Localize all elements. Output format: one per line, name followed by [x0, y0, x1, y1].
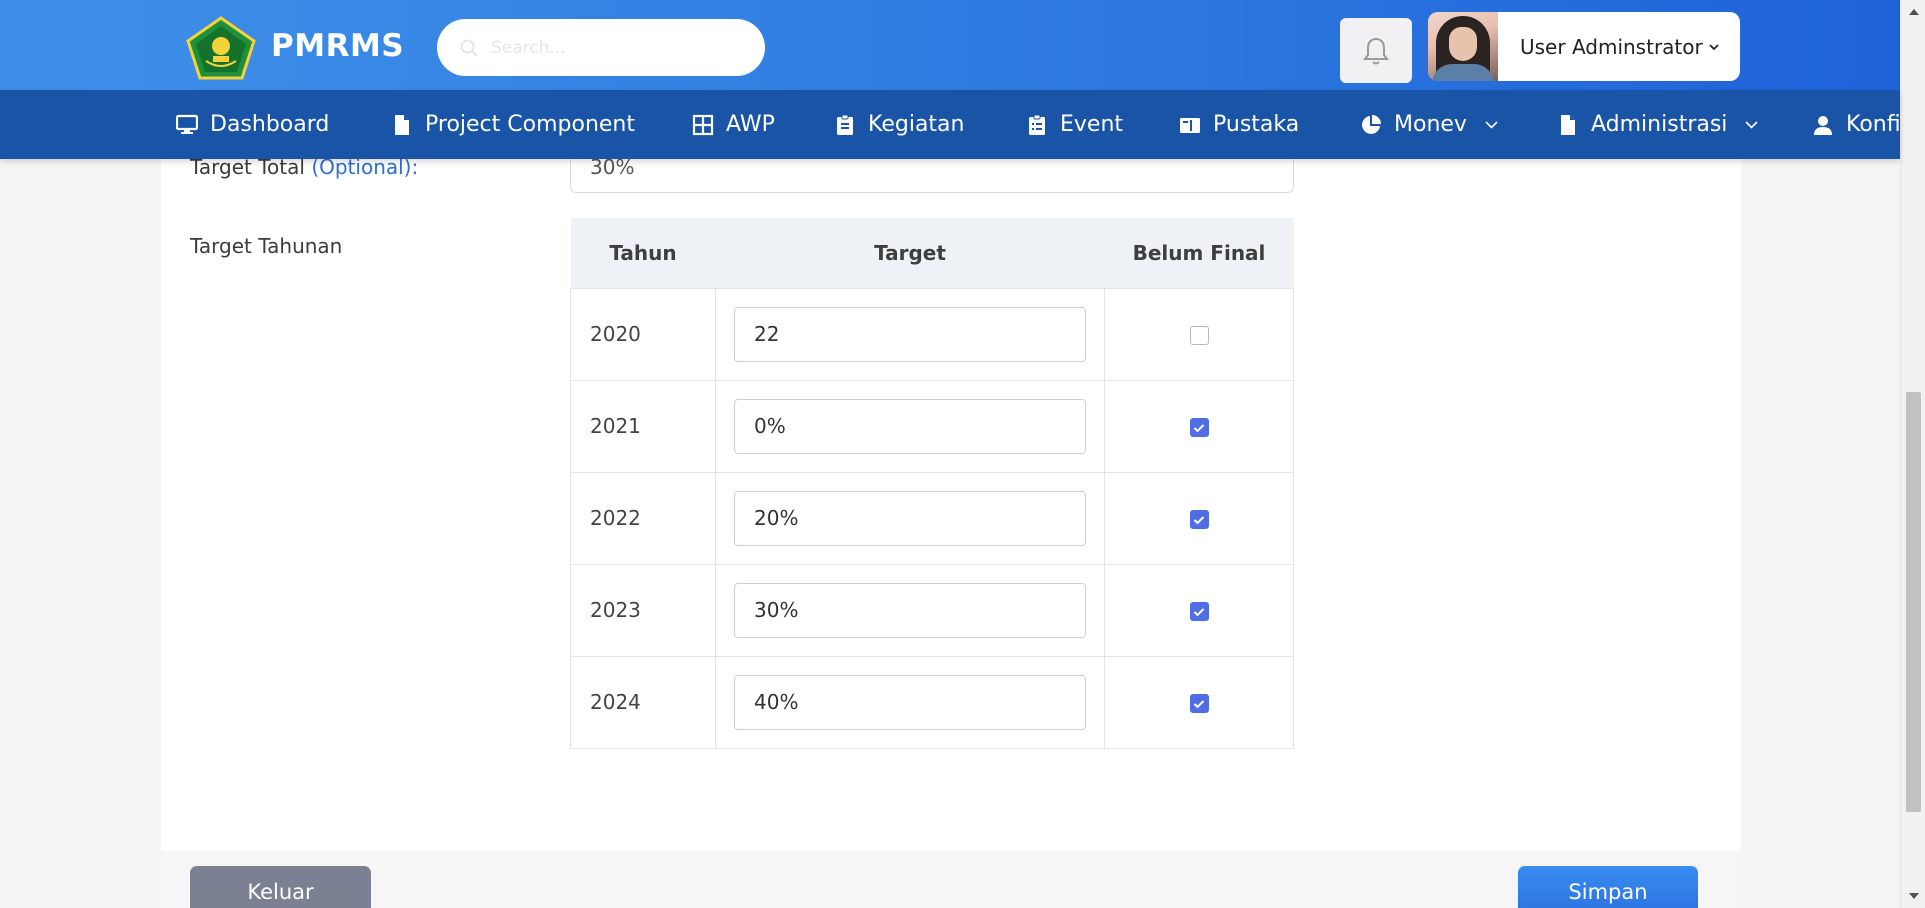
user-menu[interactable]: User Adminstrator: [1428, 12, 1740, 81]
nav-item-monev[interactable]: Monev: [1360, 90, 1498, 159]
target-tahunan-label: Target Tahunan: [190, 234, 343, 258]
table-row: 2021: [570, 379, 1294, 473]
chevron-down-icon: [1485, 120, 1498, 129]
belum-final-cell: [1104, 655, 1294, 749]
belum-final-checkbox[interactable]: [1189, 694, 1209, 713]
check-icon: [1193, 423, 1205, 432]
clipboard-list-icon: [1029, 114, 1045, 135]
nav-item-awp[interactable]: AWP: [692, 90, 775, 159]
belum-final-cell: [1104, 471, 1294, 565]
avatar: [1428, 12, 1498, 81]
table-row: 2022: [570, 471, 1294, 565]
year-cell: 2023: [570, 563, 716, 657]
column-header-target: Target: [715, 218, 1105, 288]
notification-button[interactable]: [1340, 18, 1412, 83]
pie-chart-icon: [1362, 114, 1381, 134]
nav-label: Event: [1060, 112, 1124, 137]
belum-final-checkbox[interactable]: [1189, 510, 1209, 529]
search-input[interactable]: [491, 37, 751, 58]
top-header: PMRMS User Adminstrator: [0, 0, 1900, 90]
scroll-up-arrow[interactable]: [1901, 2, 1925, 22]
target-input[interactable]: [734, 490, 1086, 546]
chevron-down-icon: [1709, 43, 1719, 50]
table-row: 2023: [570, 563, 1294, 657]
triangle-down-icon: [1908, 893, 1919, 899]
kemenag-logo[interactable]: [186, 16, 256, 80]
belum-final-cell: [1104, 379, 1294, 473]
brand-title[interactable]: PMRMS: [271, 28, 404, 64]
target-cell: [715, 471, 1105, 565]
target-cell: [715, 563, 1105, 657]
document-icon: [395, 114, 409, 135]
user-name: User Adminstrator: [1520, 34, 1703, 59]
table-header-row: Tahun Target Belum Final: [570, 218, 1294, 288]
keluar-button[interactable]: Keluar: [190, 866, 371, 908]
year-cell: 2020: [570, 287, 716, 381]
target-input[interactable]: [734, 674, 1086, 730]
nav-item-konfigurasi[interactable]: Konfi: [1812, 90, 1901, 159]
belum-final-checkbox[interactable]: [1189, 602, 1209, 621]
belum-final-cell: [1104, 563, 1294, 657]
card-footer: [161, 851, 1741, 908]
check-icon: [1193, 699, 1205, 708]
chevron-down-icon: [1745, 120, 1758, 129]
nav-label: Project Component: [425, 112, 635, 137]
nav-item-project-component[interactable]: Project Component: [391, 90, 635, 159]
nav-label: Konfi: [1846, 112, 1901, 137]
nav-item-administrasi[interactable]: Administrasi: [1557, 90, 1758, 159]
search-box[interactable]: [437, 19, 765, 76]
simpan-button[interactable]: Simpan: [1518, 866, 1698, 908]
nav-label: Dashboard: [210, 112, 330, 137]
target-cell: [715, 655, 1105, 749]
page-scrollbar[interactable]: [1900, 0, 1925, 908]
document-icon: [1561, 114, 1575, 135]
scroll-thumb[interactable]: [1906, 392, 1921, 812]
belum-final-checkbox[interactable]: [1189, 418, 1209, 437]
year-cell: 2024: [570, 655, 716, 749]
year-cell: 2021: [570, 379, 716, 473]
nav-item-pustaka[interactable]: Pustaka: [1179, 90, 1299, 159]
table-row: 2024: [570, 655, 1294, 749]
check-icon: [1193, 515, 1205, 524]
table-row: 2020: [570, 287, 1294, 381]
nav-label: Kegiatan: [868, 112, 965, 137]
column-header-belum-final: Belum Final: [1104, 218, 1294, 288]
column-header-tahun: Tahun: [570, 218, 716, 288]
nav-item-kegiatan[interactable]: Kegiatan: [834, 90, 964, 159]
book-icon: [1180, 117, 1200, 133]
nav-label: Pustaka: [1213, 112, 1300, 137]
nav-label: Monev: [1394, 112, 1467, 137]
grid-icon: [692, 114, 714, 135]
year-cell: 2022: [570, 471, 716, 565]
target-cell: [715, 287, 1105, 381]
target-input[interactable]: [734, 306, 1086, 362]
search-icon: [460, 39, 478, 57]
target-input[interactable]: [734, 398, 1086, 454]
target-input[interactable]: [734, 582, 1086, 638]
main-navbar: Dashboard Project Component AWP Kegiatan: [0, 90, 1901, 159]
nav-label: Administrasi: [1591, 112, 1728, 137]
triangle-up-icon: [1908, 9, 1919, 15]
monitor-icon: [176, 114, 198, 134]
nav-item-dashboard[interactable]: Dashboard: [176, 90, 329, 159]
nav-label: AWP: [726, 112, 775, 137]
bell-icon: [1363, 37, 1389, 64]
target-cell: [715, 379, 1105, 473]
check-icon: [1193, 607, 1205, 616]
clipboard-icon: [837, 114, 853, 135]
belum-final-cell: [1104, 287, 1294, 381]
nav-item-event[interactable]: Event: [1026, 90, 1123, 159]
belum-final-checkbox[interactable]: [1189, 326, 1209, 345]
user-icon: [1814, 115, 1832, 135]
target-tahunan-table: Tahun Target Belum Final 202020212022202…: [570, 218, 1294, 749]
scroll-down-arrow[interactable]: [1901, 886, 1925, 906]
